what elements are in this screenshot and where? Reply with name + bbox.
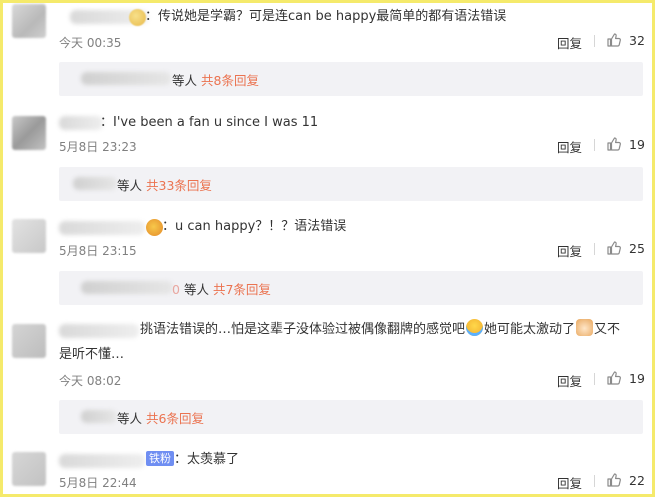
reply-usernames bbox=[81, 281, 173, 294]
avatar[interactable] bbox=[12, 4, 46, 38]
comment-text-line2: 是听不懂… bbox=[59, 347, 125, 362]
replies-preview[interactable]: 0 等人 共7条回复 bbox=[59, 271, 643, 305]
reply-button[interactable]: 回复 bbox=[557, 241, 582, 260]
emoji-icon bbox=[146, 219, 163, 236]
replies-preview[interactable]: 等人 共6条回复 bbox=[59, 400, 643, 434]
username[interactable] bbox=[59, 454, 145, 468]
comment-text: ：u can happy？！？语法错误 bbox=[162, 219, 347, 234]
divider bbox=[594, 373, 595, 385]
timestamp: 5月8日 23:23 bbox=[59, 140, 137, 154]
comment-text: ：I've been a fan u since I was 11 bbox=[100, 115, 319, 130]
comment-text: 挑语法错误的…怕是这辈子没体验过被偶像翻牌的感觉吧 她可能太激动了 又不 bbox=[140, 319, 620, 340]
reply-button[interactable]: 回复 bbox=[557, 371, 582, 390]
reply-usernames bbox=[81, 72, 171, 85]
reply-button[interactable]: 回复 bbox=[557, 473, 582, 492]
thumb-up-icon bbox=[607, 371, 621, 385]
like-button[interactable]: 19 bbox=[606, 370, 645, 386]
timestamp: 今天 08:02 bbox=[59, 374, 122, 388]
divider bbox=[594, 35, 595, 47]
like-count: 22 bbox=[629, 472, 645, 488]
replies-summary: 等人 共33条回复 bbox=[117, 178, 212, 193]
divider bbox=[594, 243, 595, 255]
view-replies-link[interactable]: 共6条回复 bbox=[146, 411, 204, 426]
thumb-up-icon bbox=[607, 241, 621, 255]
comment-text: ：传说她是学霸？可是连can be happy最简单的都有语法错误 bbox=[145, 9, 507, 24]
replies-summary: 0 等人 共7条回复 bbox=[172, 282, 271, 297]
view-replies-link[interactable]: 共7条回复 bbox=[213, 282, 271, 297]
avatar[interactable] bbox=[12, 452, 46, 486]
laugh-cry-emoji-icon bbox=[466, 319, 484, 336]
replies-summary: 等人 共6条回复 bbox=[117, 411, 204, 426]
thumb-up-icon bbox=[607, 137, 621, 151]
username[interactable] bbox=[59, 221, 145, 235]
reply-usernames bbox=[73, 177, 117, 190]
like-count: 19 bbox=[629, 136, 645, 152]
emoji-icon bbox=[129, 9, 146, 26]
cat-emoji-icon bbox=[576, 319, 594, 336]
divider bbox=[594, 139, 595, 151]
replies-preview[interactable]: 等人 共33条回复 bbox=[59, 167, 643, 201]
comment-text: 铁粉 ：太羡慕了 bbox=[146, 449, 239, 470]
divider bbox=[594, 475, 595, 487]
reply-button[interactable]: 回复 bbox=[557, 33, 582, 52]
like-count: 25 bbox=[629, 240, 645, 256]
like-count: 19 bbox=[629, 370, 645, 386]
username[interactable] bbox=[59, 116, 103, 130]
username[interactable] bbox=[59, 324, 139, 338]
reply-usernames bbox=[81, 410, 117, 423]
reply-button[interactable]: 回复 bbox=[557, 137, 582, 156]
replies-summary: 等人 共8条回复 bbox=[172, 73, 259, 88]
timestamp: 今天 00:35 bbox=[59, 36, 122, 50]
timestamp: 5月8日 22:44 bbox=[59, 476, 137, 490]
view-replies-link[interactable]: 共33条回复 bbox=[146, 178, 212, 193]
like-count: 32 bbox=[629, 32, 645, 48]
timestamp: 5月8日 23:15 bbox=[59, 244, 137, 258]
like-button[interactable]: 19 bbox=[606, 136, 645, 152]
like-button[interactable]: 22 bbox=[606, 472, 645, 488]
like-button[interactable]: 25 bbox=[606, 240, 645, 256]
view-replies-link[interactable]: 共8条回复 bbox=[201, 73, 259, 88]
avatar[interactable] bbox=[12, 116, 46, 150]
replies-preview[interactable]: 等人 共8条回复 bbox=[59, 62, 643, 96]
avatar[interactable] bbox=[12, 324, 46, 358]
avatar[interactable] bbox=[12, 219, 46, 253]
thumb-up-icon bbox=[607, 473, 621, 487]
fan-badge: 铁粉 bbox=[146, 451, 174, 466]
thumb-up-icon bbox=[607, 33, 621, 47]
like-button[interactable]: 32 bbox=[606, 32, 645, 48]
